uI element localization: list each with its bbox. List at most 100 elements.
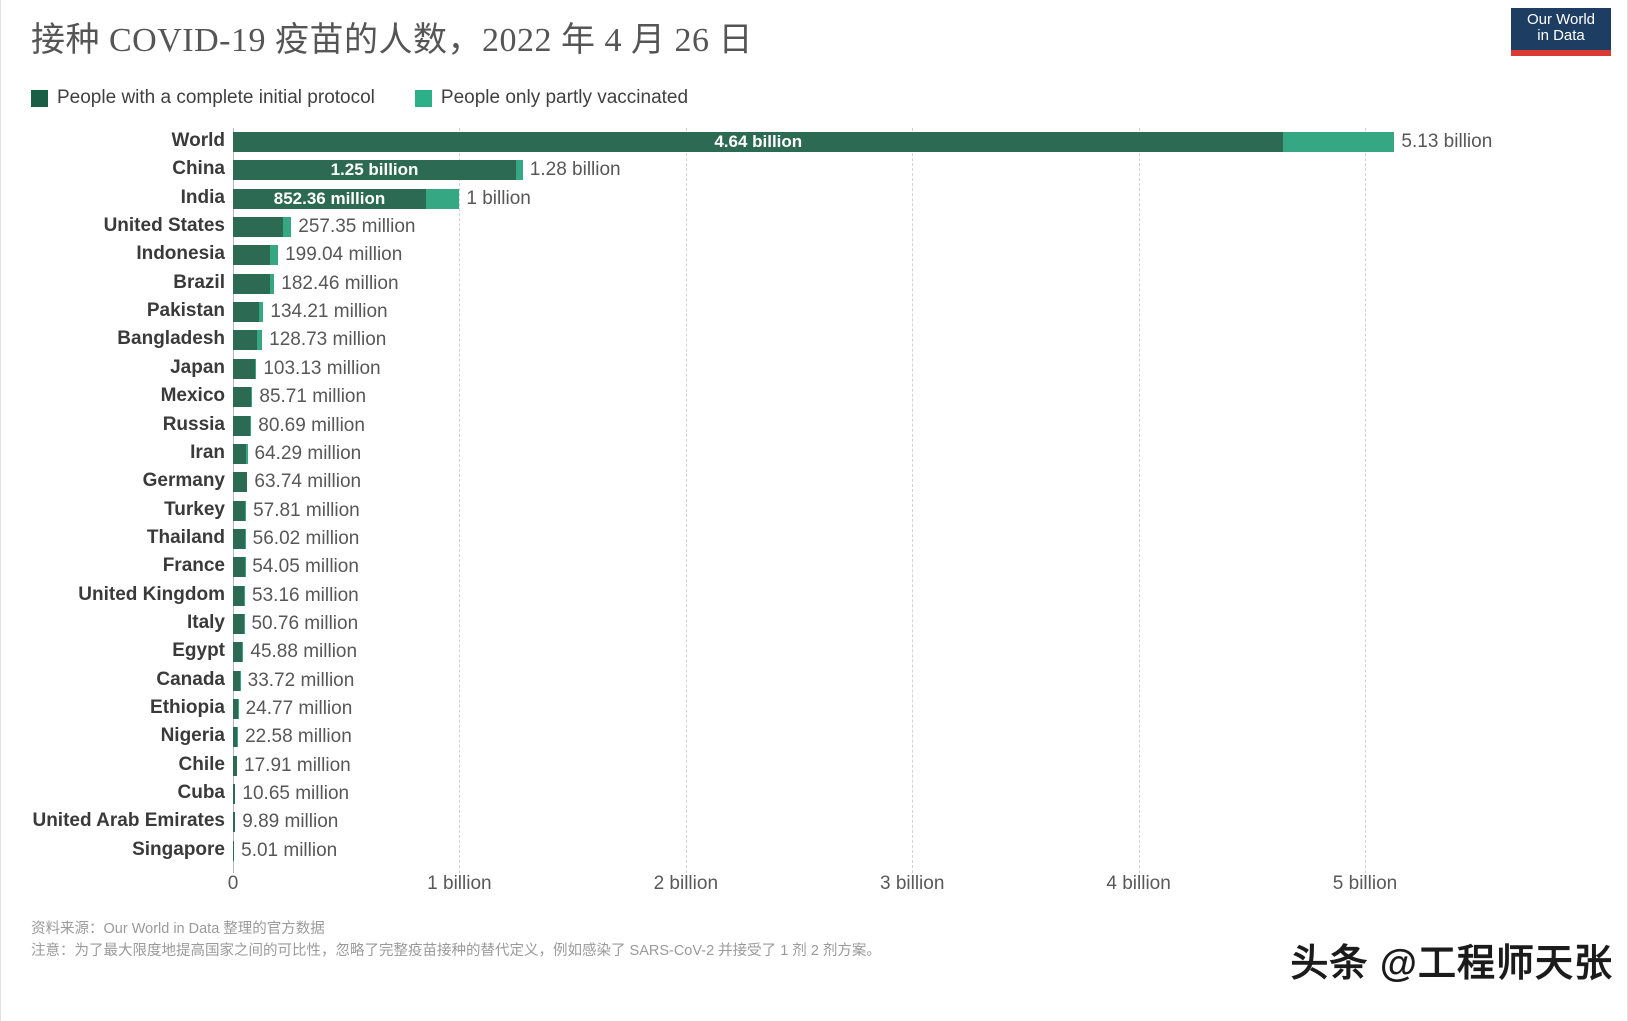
footer-note: 注意：为了最大限度地提高国家之间的可比性，忽略了完整疫苗接种的替代定义，例如感染… [31,943,881,960]
bar-total-label: 257.35 million [298,216,416,238]
logo-line-2: in Data [1537,27,1585,45]
bar-row[interactable]: Cuba 10.65 million [1,780,1627,808]
country-label: Mexico [160,385,225,407]
stacked-bar[interactable] [233,217,292,238]
logo-line-1: Our World [1526,11,1596,28]
bar-segment-partial [282,217,292,238]
stacked-bar[interactable] [233,472,248,493]
stacked-bar[interactable] [233,273,275,294]
bar-segment-partial [270,245,279,266]
bar-segment-partial [425,188,460,209]
bar-row[interactable]: Italy 50.76 million [1,610,1627,638]
page-title: 接种 COVID-19 疫苗的人数，2022 年 4 月 26 日 [31,22,753,59]
bar-segment-complete [233,670,241,691]
bar-row[interactable]: Singapore 5.01 million [1,837,1627,865]
bar-segment-complete [233,245,271,266]
bar-total-label: 54.05 million [252,556,359,578]
x-axis: 0 1 billion 2 billion 3 billion 4 billion 5 b… [1,873,1627,907]
x-tick-label: 1 billion [427,873,492,894]
bar-total-label: 33.72 million [247,669,355,691]
stacked-bar[interactable] [233,302,264,323]
bar-row[interactable]: Canada 33.72 million [1,667,1627,695]
bar-total-label: 24.77 million [245,698,353,719]
bar-segment-complete: 1.25 billion [233,160,516,181]
bar-segment-complete [233,415,250,436]
bar-total-label: 56.02 million [252,527,360,549]
legend-item-0[interactable]: People with a complete initial protocol [31,87,375,109]
bar-total-label: 63.74 million [254,471,362,493]
bar-row[interactable]: Brazil 182.46 million [1,270,1627,298]
country-label: Germany [142,470,225,492]
country-label: Brazil [173,271,225,293]
bar-row[interactable]: United Arab Emirates 9.89 million [1,808,1627,836]
bar-row[interactable]: Nigeria 22.58 million [1,723,1627,751]
bar-total-label: 64.29 million [254,442,362,464]
bar-row[interactable]: Pakistan 134.21 million [1,298,1627,326]
country-label: Russia [162,413,225,435]
bar-row[interactable]: Egypt 45.88 million [1,638,1627,666]
bar-row[interactable]: Indonesia 199.04 million [1,241,1627,269]
stacked-bar[interactable] [233,443,248,464]
bar-total-label: 1.28 billion [529,159,621,181]
stacked-bar[interactable] [233,585,246,606]
bar-total-label: 17.91 million [244,754,351,776]
bar-row[interactable]: Germany 63.74 million [1,468,1627,496]
stacked-bar[interactable] [233,330,263,351]
bar-row[interactable]: World 4.64 billion 5.13 billion [1,128,1627,156]
bar-total-label: 50.76 million [251,612,359,634]
bar-row[interactable]: Japan 103.13 million [1,355,1627,383]
stacked-bar[interactable] [233,500,247,521]
bar-row[interactable]: Chile 17.91 million [1,752,1627,780]
stacked-bar[interactable]: 852.36 million [233,188,460,209]
country-label: Pakistan [146,300,225,322]
bar-segment-complete [233,330,257,351]
bar-value-inside: 1.25 billion [330,160,419,180]
country-label: Cuba [177,782,226,804]
country-label: Indonesia [136,243,225,265]
stacked-bar[interactable] [233,415,252,436]
country-label: Canada [156,668,225,690]
bar-segment-complete [233,613,244,634]
bar-total-label: 22.58 million [245,726,352,748]
stacked-bar[interactable] [233,245,279,266]
bar-row[interactable]: India 852.36 million 1 billion [1,185,1627,213]
country-label: United States [103,215,225,237]
country-label: Thailand [146,526,225,548]
stacked-bar[interactable] [233,670,241,691]
bar-row[interactable]: Iran 64.29 million [1,440,1627,468]
bar-row[interactable]: Ethiopia 24.77 million [1,695,1627,723]
x-tick-label: 3 billion [879,873,945,894]
stacked-bar[interactable]: 1.25 billion [233,160,523,181]
stacked-bar[interactable] [233,528,246,549]
bar-row[interactable]: Mexico 85.71 million [1,383,1627,411]
bar-row[interactable]: United States 257.35 million [1,213,1627,241]
bar-row[interactable]: France 54.05 million [1,553,1627,581]
bar-total-label: 45.88 million [250,641,358,663]
country-label: Bangladesh [117,328,225,350]
bar-row[interactable]: China 1.25 billion 1.28 billion [1,156,1627,184]
bar-row[interactable]: Thailand 56.02 million [1,525,1627,553]
bar-row[interactable]: Russia 80.69 million [1,412,1627,440]
bar-row[interactable]: United Kingdom 53.16 million [1,582,1627,610]
country-label: Turkey [164,498,225,520]
x-tick-label: 2 billion [653,873,719,894]
x-tick-label: 4 billion [1106,873,1171,894]
country-label: China [172,158,225,180]
bar-total-label: 57.81 million [253,499,360,521]
stacked-bar[interactable] [233,613,245,634]
stacked-bar[interactable] [233,557,246,578]
stacked-bar[interactable] [233,642,244,663]
bar-total-label: 53.16 million [252,584,359,606]
x-tick-label: 5 billion [1332,873,1398,894]
stacked-bar[interactable] [233,358,257,379]
bar-segment-complete [233,500,245,521]
stacked-bar[interactable] [233,387,253,408]
legend-item-1[interactable]: People only partly vaccinated [414,87,688,109]
stacked-bar[interactable]: 4.64 billion [233,132,1395,152]
bar-total-label: 9.89 million [242,811,339,833]
legend-swatch-icon [31,89,48,107]
bar-row[interactable]: Turkey 57.81 million [1,497,1627,525]
country-label: France [162,555,225,577]
bar-row[interactable]: Bangladesh 128.73 million [1,326,1627,354]
bar-total-label: 5.13 billion [1401,131,1493,152]
